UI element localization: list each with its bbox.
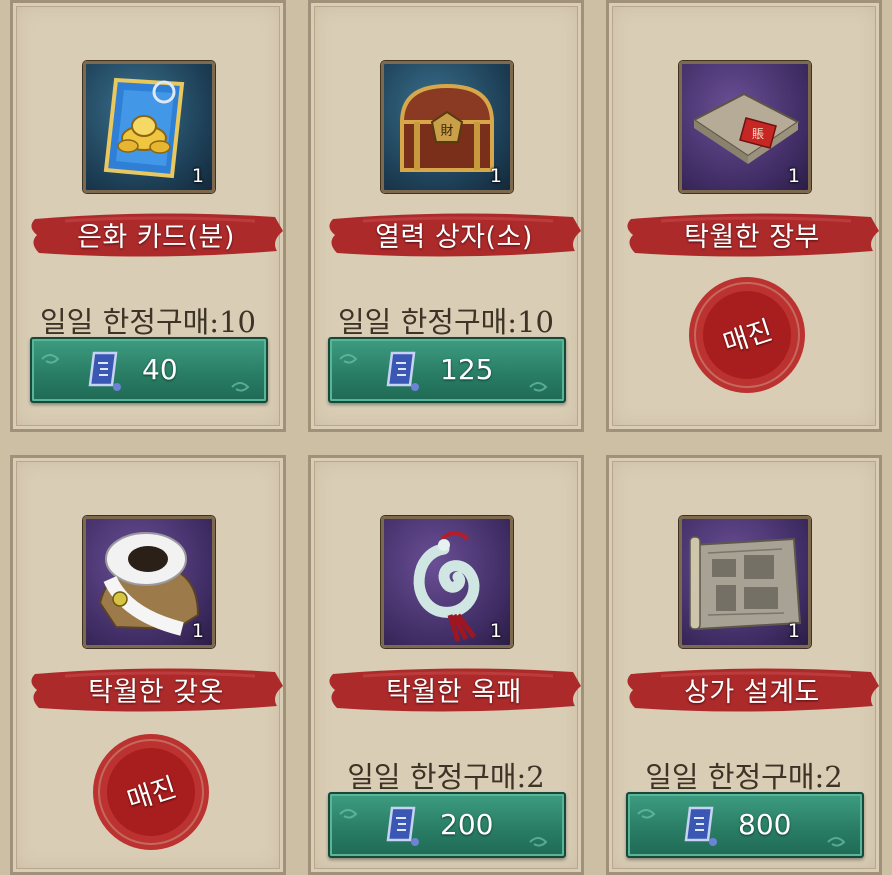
buy-button[interactable]: 125: [328, 337, 566, 403]
item-name-banner: 탁월한 옥패: [323, 662, 585, 716]
buy-button[interactable]: 40: [30, 337, 268, 403]
fur-coat-icon: 1: [83, 516, 215, 648]
item-name: 탁월한 갖옷: [88, 677, 224, 708]
svg-text:財: 財: [440, 124, 453, 139]
blue-jade-token-icon: [386, 351, 419, 391]
item-price: 125: [440, 353, 494, 386]
item-quantity: 1: [489, 165, 502, 187]
silver-card-icon: 1: [83, 61, 215, 193]
item-name: 은화 카드(분): [77, 222, 235, 253]
item-price: 200: [440, 808, 494, 841]
item-name-banner: 은화 카드(분): [25, 207, 287, 261]
item-name: 탁월한 옥패: [386, 677, 522, 708]
blue-jade-token-icon: [386, 806, 419, 846]
shop-item-card[interactable]: 1 탁월한 옥패 일일 한정구매:2 200: [308, 455, 584, 875]
svg-text:賬: 賬: [752, 127, 764, 141]
shop-item-card[interactable]: 賬 1 탁월한 장부 매진: [606, 0, 882, 432]
purchase-limit: 일일 한정구매:10: [338, 305, 554, 339]
item-name: 상가 설계도: [684, 677, 820, 708]
blue-jade-token-icon: [684, 806, 717, 846]
buy-button[interactable]: 200: [328, 792, 566, 858]
shop-item-card[interactable]: 1 은화 카드(분) 일일 한정구매:10 40: [10, 0, 286, 432]
item-quantity: 1: [191, 165, 204, 187]
buy-button[interactable]: 800: [626, 792, 864, 858]
purchase-limit: 일일 한정구매:10: [40, 305, 256, 339]
item-price: 800: [738, 808, 792, 841]
purchase-limit: 일일 한정구매:2: [645, 760, 843, 794]
item-name-banner: 탁월한 갖옷: [25, 662, 287, 716]
item-quantity: 1: [787, 620, 800, 642]
shop-item-card[interactable]: 財 1 열력 상자(소) 일일 한정구매:10 125: [308, 0, 584, 432]
item-quantity: 1: [489, 620, 502, 642]
item-price: 40: [142, 353, 178, 386]
item-quantity: 1: [191, 620, 204, 642]
shop-item-card[interactable]: 1 상가 설계도 일일 한정구매:2 800: [606, 455, 882, 875]
sold-out-stamp: 매진: [89, 730, 213, 854]
shop-item-card[interactable]: 1 탁월한 갖옷 매진: [10, 455, 286, 875]
sold-out-stamp: 매진: [685, 273, 809, 397]
item-name-banner: 상가 설계도: [621, 662, 883, 716]
item-quantity: 1: [787, 165, 800, 187]
treasure-chest-icon: 財 1: [381, 61, 513, 193]
blue-jade-token-icon: [88, 351, 121, 391]
blueprint-scroll-icon: 1: [679, 516, 811, 648]
purchase-limit: 일일 한정구매:2: [347, 760, 545, 794]
jade-pendant-icon: 1: [381, 516, 513, 648]
item-name: 탁월한 장부: [684, 222, 820, 253]
item-name: 열력 상자(소): [375, 222, 533, 253]
item-name-banner: 열력 상자(소): [323, 207, 585, 261]
ledger-book-icon: 賬 1: [679, 61, 811, 193]
item-name-banner: 탁월한 장부: [621, 207, 883, 261]
